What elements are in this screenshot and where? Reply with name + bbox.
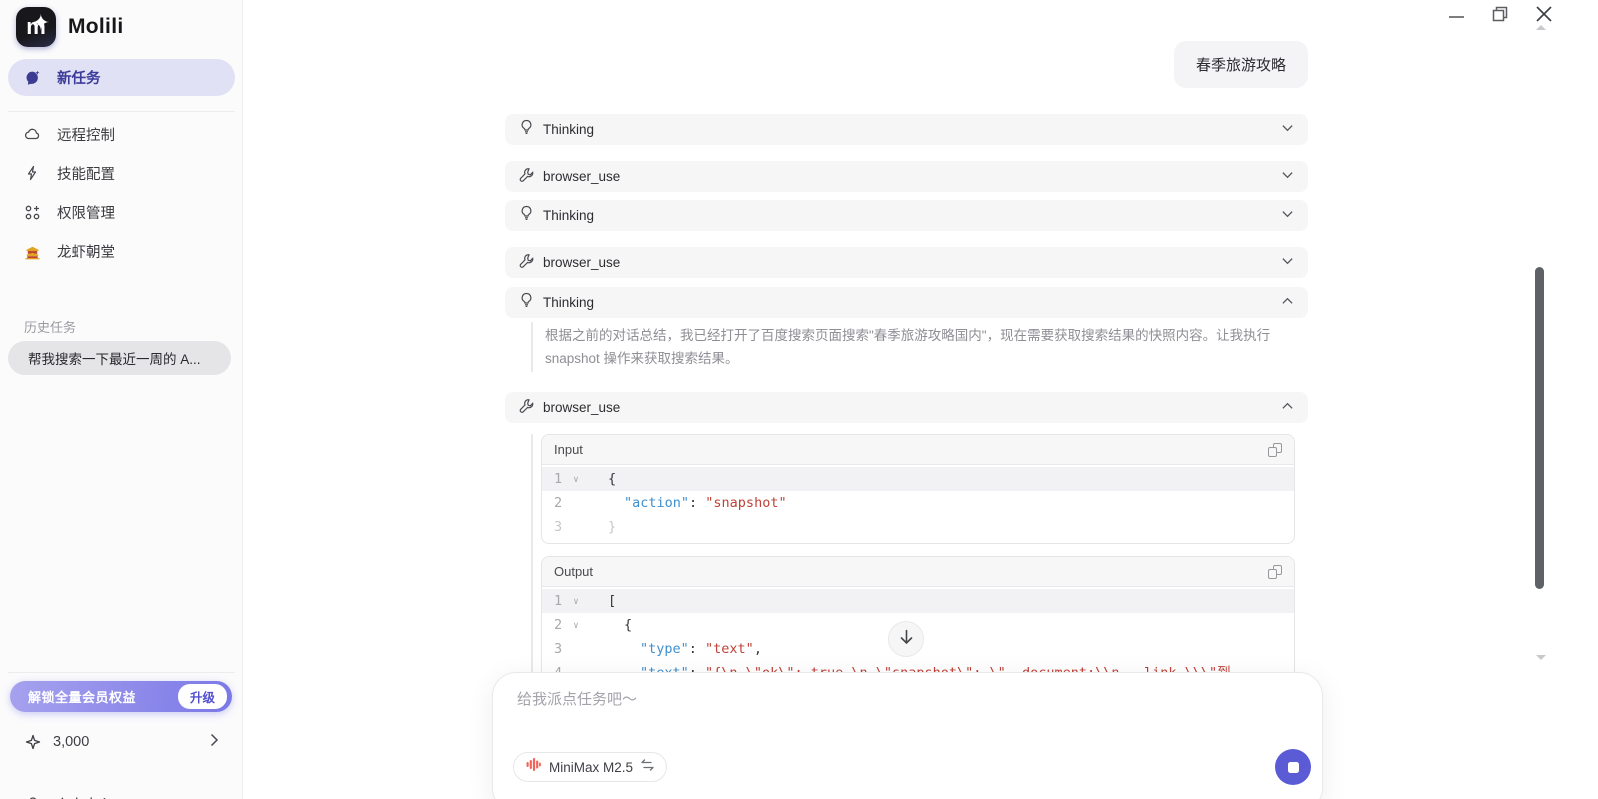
wrench-icon	[519, 167, 534, 187]
input-panel-title: Input	[554, 442, 1268, 457]
sidebar-item-new-task[interactable]: 新任务	[8, 59, 235, 96]
model-name: MiniMax M2.5	[549, 760, 633, 775]
app-logo: m✦ Molili	[16, 7, 123, 47]
tool-input-panel: Input 1∨{2"action": "snapshot"3}	[541, 434, 1295, 544]
chevron-right-icon	[209, 733, 219, 752]
stop-icon	[1288, 762, 1299, 773]
fold-toggle-icon[interactable]: ∨	[568, 467, 584, 493]
sidebar-item-label: 技能配置	[57, 163, 115, 184]
molili-logo-icon: m✦	[16, 7, 56, 47]
close-button[interactable]	[1534, 4, 1554, 24]
thinking-block-collapsed[interactable]: Thinking	[505, 200, 1308, 231]
arrow-down-icon	[899, 629, 914, 650]
scrollbar-thumb[interactable]	[1535, 267, 1544, 589]
copy-icon[interactable]	[1268, 443, 1282, 457]
input-code: 1∨{2"action": "snapshot"3}	[542, 465, 1294, 543]
history-section-label: 历史任务	[24, 317, 76, 336]
bulb-icon	[519, 205, 534, 226]
browser-use-block-expanded-header[interactable]: browser_use	[505, 392, 1308, 423]
history-task-item[interactable]: 帮我搜索一下最近一周的 A...	[8, 341, 231, 375]
thinking-block-collapsed[interactable]: Thinking	[505, 114, 1308, 145]
composer[interactable]: 给我派点任务吧～ MiniMax M2.5	[492, 672, 1323, 799]
copy-icon[interactable]	[1268, 565, 1282, 579]
sidebar-item-lobster-court[interactable]: 龙虾朝堂	[8, 235, 235, 267]
credits-row[interactable]: 3,000	[8, 727, 235, 757]
chat-area: 春季旅游攻略 Thinking browser_use Thinking bro…	[505, 0, 1308, 690]
sparkle-icon: ✦	[32, 12, 50, 34]
chevron-down-icon	[1281, 168, 1294, 186]
stop-button[interactable]	[1275, 749, 1311, 785]
browser-use-block-collapsed[interactable]: browser_use	[505, 247, 1308, 278]
minimize-button[interactable]	[1446, 6, 1466, 26]
sidebar-divider	[8, 111, 235, 112]
cloud-icon	[24, 126, 41, 143]
code-line: 1∨{	[542, 467, 1294, 491]
upgrade-button[interactable]: 升级	[178, 684, 227, 709]
tool-output-panel: Output 1∨[2∨{3"type": "text",4"text": "{…	[541, 556, 1295, 690]
code-line: 1∨[	[542, 589, 1294, 613]
code-line: 3}	[542, 515, 1294, 539]
thinking-body: 根据之前的对话总结，我已经打开了百度搜索页面搜索"春季旅游攻略国内"，现在需要获…	[531, 322, 1308, 372]
restore-button[interactable]	[1490, 4, 1510, 24]
sparkle-diamond-icon	[24, 734, 41, 751]
chevron-up-icon	[1281, 399, 1294, 417]
swap-icon	[641, 758, 654, 776]
grid-plus-icon	[24, 204, 41, 221]
sidebar-item-permission[interactable]: 权限管理	[8, 196, 235, 228]
bolt-icon	[24, 165, 41, 182]
code-line: 2"action": "snapshot"	[542, 491, 1294, 515]
browser-use-block-collapsed[interactable]: browser_use	[505, 161, 1308, 192]
fold-toggle-icon[interactable]: ∨	[568, 613, 584, 639]
scrollbar-up-arrow[interactable]	[1536, 25, 1546, 30]
user-message-bubble: 春季旅游攻略	[1174, 41, 1308, 88]
scrollbar-down-arrow[interactable]	[1536, 655, 1546, 660]
palace-icon	[24, 243, 41, 260]
sidebar-item-label: 龙虾朝堂	[57, 241, 115, 262]
chevron-down-icon	[1281, 254, 1294, 272]
upgrade-text: 解锁全量会员权益	[28, 687, 136, 706]
sidebar-item-label: 权限管理	[57, 202, 115, 223]
sidebar-item-label: 新任务	[57, 67, 101, 88]
bulb-icon	[519, 119, 534, 140]
output-panel-title: Output	[554, 564, 1268, 579]
chat-sparkle-icon	[24, 69, 41, 86]
app-window: m✦ Molili 新任务 远程控制 技能配置	[0, 0, 1598, 799]
waveform-icon	[526, 757, 541, 777]
sidebar: m✦ Molili 新任务 远程控制 技能配置	[0, 0, 243, 799]
fold-toggle-icon[interactable]: ∨	[568, 589, 584, 615]
model-selector[interactable]: MiniMax M2.5	[513, 752, 667, 782]
sidebar-item-remote-control[interactable]: 远程控制	[8, 118, 235, 150]
sidebar-item-label: 个人中心	[55, 794, 113, 799]
sidebar-item-skill-config[interactable]: 技能配置	[8, 157, 235, 189]
chevron-down-icon	[1281, 207, 1294, 225]
wrench-icon	[519, 398, 534, 418]
thinking-block-expanded-header[interactable]: Thinking	[505, 287, 1308, 318]
sidebar-item-label: 远程控制	[57, 124, 115, 145]
sidebar-item-profile[interactable]: 个人中心	[8, 789, 235, 799]
upgrade-banner[interactable]: 解锁全量会员权益 升级	[10, 681, 232, 712]
person-icon	[24, 796, 41, 799]
app-title: Molili	[68, 15, 123, 39]
sidebar-divider	[8, 672, 235, 673]
wrench-icon	[519, 253, 534, 273]
chevron-down-icon	[1281, 121, 1294, 139]
scroll-to-bottom-button[interactable]	[888, 621, 924, 657]
credits-amount: 3,000	[53, 734, 197, 750]
bulb-icon	[519, 292, 534, 313]
composer-placeholder[interactable]: 给我派点任务吧～	[517, 688, 637, 709]
chevron-up-icon	[1281, 294, 1294, 312]
